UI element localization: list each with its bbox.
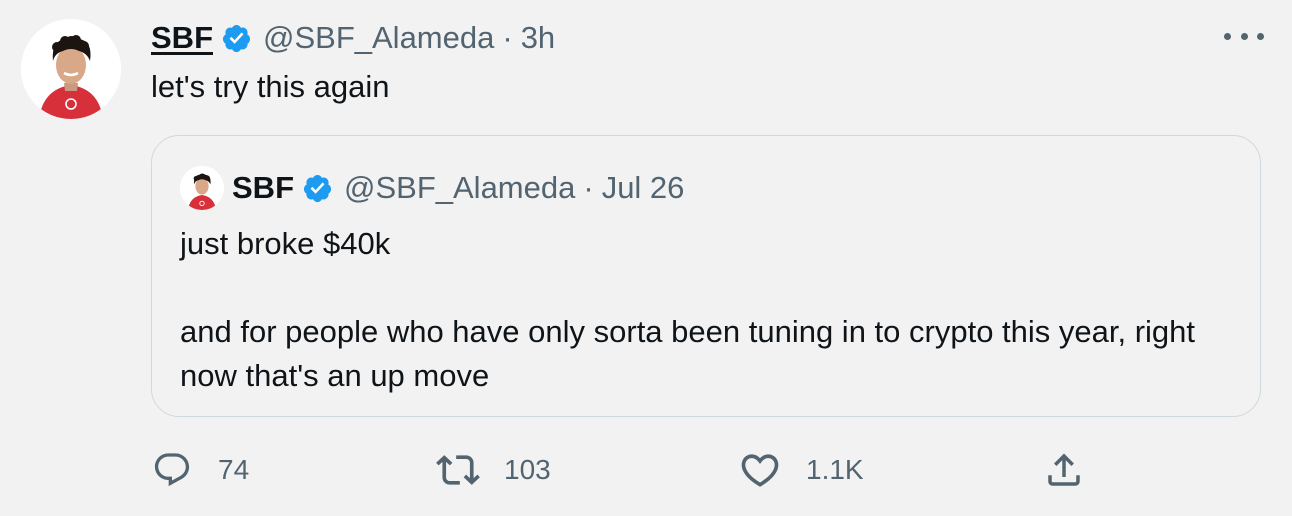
reply-icon xyxy=(154,453,190,487)
quoted-tweet-card[interactable]: SBF @SBF_Alameda · Jul 26 just broke $40… xyxy=(151,135,1261,417)
quoted-author-handle: @SBF_Alameda xyxy=(344,170,576,205)
separator-dot: · xyxy=(583,170,594,205)
tweet-header: SBF @SBF_Alameda · 3h xyxy=(151,20,555,56)
author-name[interactable]: SBF xyxy=(151,20,213,56)
quoted-avatar[interactable] xyxy=(180,166,224,210)
tweet-text: let's try this again xyxy=(151,69,390,104)
retweet-button[interactable]: 103 xyxy=(436,448,551,492)
tweet-timestamp[interactable]: 3h xyxy=(521,20,555,56)
more-dot xyxy=(1240,32,1248,40)
retweet-count: 103 xyxy=(504,454,551,485)
quoted-tweet-text: just broke $40k and for people who have … xyxy=(180,226,1196,393)
more-options-icon[interactable] xyxy=(1224,26,1264,46)
share-icon xyxy=(1048,453,1080,486)
verified-badge-icon xyxy=(222,24,251,52)
heart-icon xyxy=(741,454,779,487)
like-button[interactable]: 1.1K xyxy=(738,448,864,492)
reply-count: 74 xyxy=(218,454,250,485)
tweet-action-bar: 74 103 1.1K xyxy=(0,448,1292,492)
author-handle[interactable]: @SBF_Alameda xyxy=(263,20,494,56)
reply-button[interactable]: 74 xyxy=(152,448,249,492)
profile-avatar[interactable] xyxy=(21,19,121,119)
quoted-date: Jul 26 xyxy=(601,170,685,205)
quoted-header: SBF @SBF_Alameda · Jul 26 xyxy=(232,170,684,206)
more-dot xyxy=(1224,32,1231,40)
separator-dot: · xyxy=(502,20,513,55)
quoted-author-name: SBF xyxy=(232,170,294,205)
verified-badge-icon xyxy=(303,174,332,202)
more-dot xyxy=(1257,32,1264,40)
share-button[interactable] xyxy=(1043,448,1085,492)
retweet-icon xyxy=(436,455,480,485)
like-count: 1.1K xyxy=(806,454,864,485)
